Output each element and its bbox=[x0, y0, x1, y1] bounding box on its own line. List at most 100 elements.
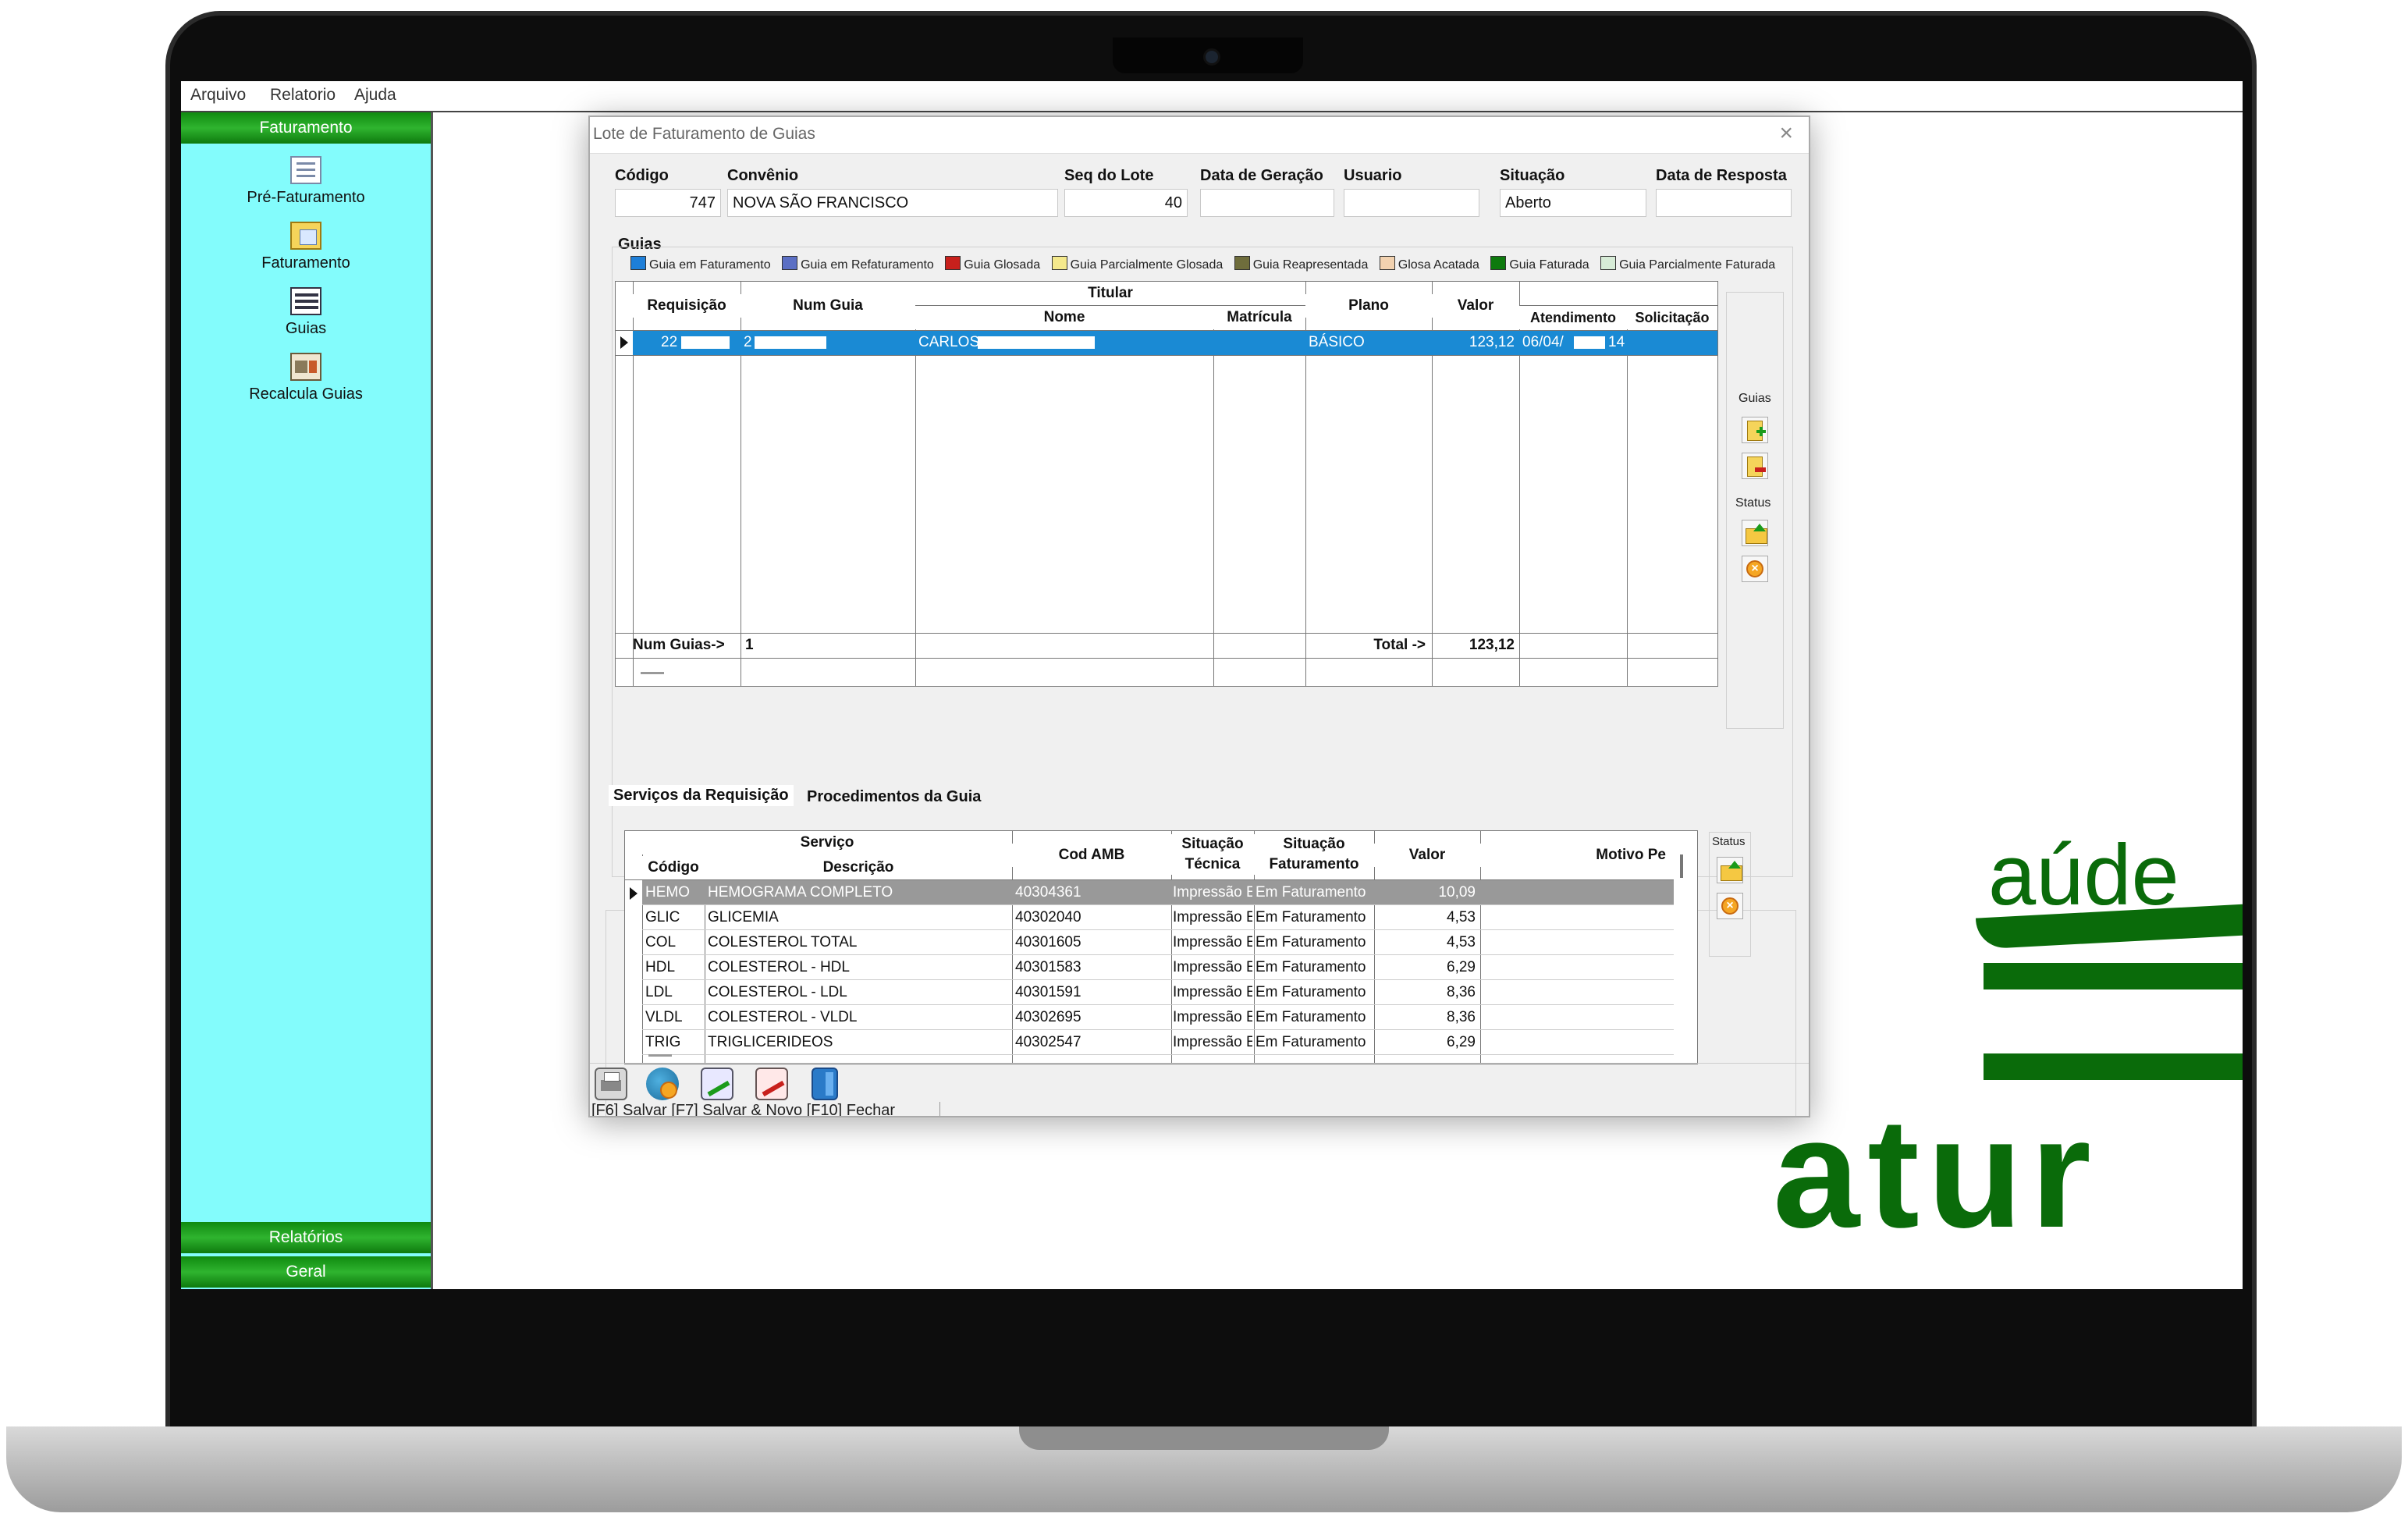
status-cancel-button[interactable]: × bbox=[1742, 556, 1768, 582]
globe-refresh-icon[interactable] bbox=[646, 1068, 679, 1100]
sidebar-item-guias[interactable]: Guias bbox=[181, 287, 431, 338]
side-guias-label: Guias bbox=[1739, 392, 1771, 405]
list-icon bbox=[290, 287, 321, 315]
col-motivo[interactable]: Motivo Pe bbox=[1480, 844, 1674, 867]
col-matricula[interactable]: Matrícula bbox=[1213, 306, 1305, 329]
cell-num-guia: 2 bbox=[744, 334, 752, 350]
cell-sit-faturamento: Em Faturamento bbox=[1255, 1034, 1366, 1050]
close-icon[interactable]: × bbox=[1779, 120, 1793, 147]
col-atendimento[interactable]: Atendimento bbox=[1519, 306, 1627, 329]
col-requisicao[interactable]: Requisição bbox=[633, 294, 741, 318]
printer-icon[interactable] bbox=[595, 1068, 627, 1100]
sidebar-item-faturamento[interactable]: Faturamento bbox=[181, 222, 431, 272]
side-status-label: Status bbox=[1735, 496, 1771, 510]
laptop-base-notch bbox=[1019, 1426, 1389, 1450]
seq-lote-field[interactable]: 40 bbox=[1064, 189, 1188, 217]
cell-atendimento-tail: 14 bbox=[1608, 334, 1625, 350]
convenio-label: Convênio bbox=[727, 167, 799, 184]
tab-servicos-requisicao[interactable]: Serviços da Requisição bbox=[609, 785, 794, 806]
servico-status-open-button[interactable] bbox=[1717, 857, 1743, 883]
sidebar-item-label: Guias bbox=[285, 320, 327, 337]
scroll-indicator[interactable] bbox=[641, 672, 664, 674]
cancel-circle-icon: × bbox=[1721, 897, 1739, 915]
legend-label: Guia em Refaturamento bbox=[801, 258, 934, 272]
lote-faturamento-dialog: Lote de Faturamento de Guias × Código 74… bbox=[588, 115, 1810, 1117]
sidebar-section-geral[interactable]: Geral bbox=[181, 1256, 431, 1288]
col-nome[interactable]: Nome bbox=[915, 306, 1213, 329]
col-situacao-tecnica[interactable]: Situação Técnica bbox=[1171, 834, 1254, 875]
legend-swatch bbox=[1379, 256, 1395, 270]
col-valor[interactable]: Valor bbox=[1432, 294, 1519, 318]
cell-valor: 4,53 bbox=[1447, 909, 1476, 925]
cell-codigo: COL bbox=[645, 934, 677, 950]
sidebar-item-label: Faturamento bbox=[261, 254, 350, 272]
remove-guia-button[interactable] bbox=[1742, 453, 1768, 479]
cell-sit-tecnica: Impressão E bbox=[1173, 934, 1252, 950]
legend-item: Guia em Faturamento bbox=[630, 256, 771, 272]
usuario-field[interactable] bbox=[1344, 189, 1479, 217]
tab-procedimentos-guia[interactable]: Procedimentos da Guia bbox=[807, 788, 981, 806]
sidebar-header-faturamento[interactable]: Faturamento bbox=[181, 112, 431, 144]
redaction-bar bbox=[681, 336, 730, 349]
col-situacao-faturamento[interactable]: Situação Faturamento bbox=[1254, 834, 1374, 875]
legend-swatch bbox=[782, 256, 798, 270]
sidebar-item-recalcula-guias[interactable]: Recalcula Guias bbox=[181, 353, 431, 403]
col-num-guia[interactable]: Num Guia bbox=[741, 294, 915, 318]
cell-sit-tecnica: Impressão E bbox=[1173, 884, 1252, 901]
calculator-icon bbox=[290, 353, 321, 381]
row-indicator-icon bbox=[620, 336, 628, 349]
sidebar-section-relatorios[interactable]: Relatórios bbox=[181, 1222, 431, 1253]
cell-descricao: TRIGLICERIDEOS bbox=[708, 1034, 833, 1050]
legend-item: Guia em Refaturamento bbox=[782, 256, 934, 272]
legend-label: Glosa Acatada bbox=[1398, 258, 1479, 272]
legend-item: Guia Faturada bbox=[1490, 256, 1589, 272]
cell-valor: 123,12 bbox=[1469, 334, 1515, 350]
cell-sit-tecnica: Impressão E bbox=[1173, 959, 1252, 975]
cell-cod-amb: 40301583 bbox=[1015, 959, 1081, 975]
col-solicitacao[interactable]: Solicitação bbox=[1627, 306, 1717, 329]
cell-descricao: COLESTEROL - VLDL bbox=[708, 1009, 858, 1025]
col-cod-amb[interactable]: Cod AMB bbox=[1012, 844, 1171, 867]
cell-codigo: GLIC bbox=[645, 909, 680, 925]
status-bar-separator bbox=[939, 1102, 940, 1116]
col-plano[interactable]: Plano bbox=[1305, 294, 1432, 318]
codigo-field[interactable]: 747 bbox=[615, 189, 721, 217]
legend-item: Guia Reapresentada bbox=[1234, 256, 1369, 272]
vertical-scrollbar[interactable] bbox=[1680, 854, 1683, 878]
sidebar-item-pre-faturamento[interactable]: Pré-Faturamento bbox=[181, 156, 431, 207]
legend-item: Glosa Acatada bbox=[1379, 256, 1479, 272]
servico-status-cancel-button[interactable]: × bbox=[1717, 893, 1743, 919]
legend-swatch bbox=[1490, 256, 1507, 270]
document-edit-icon[interactable] bbox=[701, 1068, 733, 1100]
col-codigo[interactable]: Código bbox=[642, 856, 705, 879]
cell-codigo: HEMO bbox=[645, 884, 690, 901]
cell-codigo: LDL bbox=[645, 984, 673, 1000]
camera-icon bbox=[1203, 48, 1220, 66]
document-delete-icon[interactable] bbox=[755, 1068, 788, 1100]
sidebar-item-label: Pré-Faturamento bbox=[247, 189, 365, 206]
situacao-field[interactable]: Aberto bbox=[1500, 189, 1646, 217]
status-legend: Guia em Faturamento Guia em Refaturament… bbox=[630, 256, 1809, 275]
cell-nome: CARLOS bbox=[918, 334, 980, 350]
col-descricao[interactable]: Descrição bbox=[705, 856, 1012, 879]
exit-door-icon[interactable] bbox=[812, 1068, 838, 1100]
status-open-button[interactable] bbox=[1742, 520, 1768, 546]
menu-arquivo[interactable]: Arquivo bbox=[190, 86, 246, 105]
data-resposta-field[interactable] bbox=[1656, 189, 1792, 217]
legend-label: Guia Reapresentada bbox=[1252, 258, 1369, 272]
menu-ajuda[interactable]: Ajuda bbox=[354, 86, 396, 105]
menu-relatorio[interactable]: Relatorio bbox=[270, 86, 336, 105]
background-logo-ring bbox=[1984, 963, 2243, 1080]
horizontal-scroll-indicator[interactable] bbox=[648, 1054, 672, 1057]
status-bar: [F6] Salvar [F7] Salvar & Novo [F10] Fec… bbox=[591, 1102, 896, 1117]
guias-side-panel bbox=[1726, 292, 1784, 729]
cell-valor: 6,29 bbox=[1447, 959, 1476, 975]
add-guia-button[interactable] bbox=[1742, 417, 1768, 443]
data-geracao-field[interactable] bbox=[1200, 189, 1334, 217]
col-valor[interactable]: Valor bbox=[1374, 844, 1480, 867]
usuario-label: Usuario bbox=[1344, 167, 1402, 184]
cell-cod-amb: 40302695 bbox=[1015, 1009, 1081, 1025]
cell-sit-tecnica: Impressão E bbox=[1173, 1009, 1252, 1025]
convenio-field[interactable]: NOVA SÃO FRANCISCO bbox=[727, 189, 1058, 217]
seq-lote-label: Seq do Lote bbox=[1064, 167, 1154, 184]
